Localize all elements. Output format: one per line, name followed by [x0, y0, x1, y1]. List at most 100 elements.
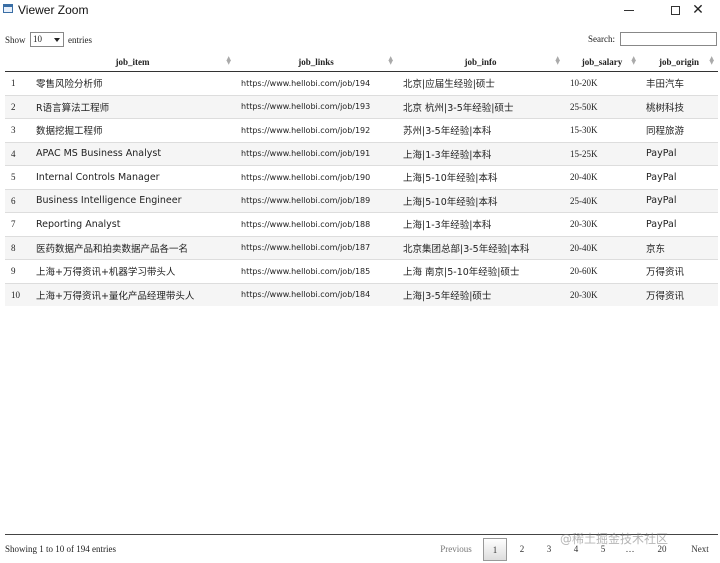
- cell-job-link[interactable]: https://www.hellobi.com/job/192: [235, 118, 397, 142]
- search-label: Search:: [588, 34, 615, 44]
- pagination-page-2[interactable]: 2: [510, 538, 534, 561]
- table-row[interactable]: 4 APAC MS Business Analyst https://www.hel…: [5, 141, 718, 166]
- cell-index: 7: [5, 212, 30, 236]
- cell-job-origin: 万得资讯: [640, 259, 718, 283]
- cell-job-origin: 京东: [640, 235, 718, 260]
- watermark: @稀土掘金技术社区: [560, 532, 669, 546]
- minimize-button[interactable]: [606, 0, 652, 20]
- cell-job-link[interactable]: https://www.hellobi.com/job/185: [235, 259, 397, 283]
- title-bar: Viewer Zoom ✕: [0, 0, 720, 20]
- table-header-row: job_item ▲ ▼ job_links ▲ ▼ job_info ▲ ▼ job_sa…: [5, 52, 718, 72]
- cell-job-info: 北京 杭州|3-5年经验|硕士: [397, 94, 564, 119]
- cell-job-item: 零售风险分析师: [30, 71, 235, 95]
- cell-job-info: 上海|5-10年经验|本科: [397, 188, 564, 213]
- column-header-job-info[interactable]: job_info ▲ ▼: [397, 52, 564, 72]
- cell-job-link[interactable]: https://www.hellobi.com/job/184: [235, 282, 397, 306]
- close-icon: ✕: [692, 2, 704, 18]
- table-row[interactable]: 5 Internal Controls Manager https://www.he…: [5, 165, 718, 189]
- cell-job-salary: 20-40K: [564, 165, 640, 189]
- table-row[interactable]: 10 上海+万得资讯+量化产品经理带头人 https://www.hellobi.c…: [5, 282, 718, 306]
- pagination-page-1[interactable]: 1: [483, 538, 507, 561]
- cell-job-info: 上海|1-3年经验|本科: [397, 141, 564, 166]
- table-info: Showing 1 to 10 of 194 entries: [5, 544, 116, 554]
- cell-job-salary: 25-40K: [564, 188, 640, 213]
- cell-job-link[interactable]: https://www.hellobi.com/job/194: [235, 71, 397, 95]
- cell-job-origin: 丰田汽车: [640, 71, 718, 95]
- show-label: Show: [5, 35, 26, 45]
- cell-job-link[interactable]: https://www.hellobi.com/job/187: [235, 235, 397, 260]
- minimize-icon: [624, 10, 634, 11]
- cell-job-info: 苏州|3-5年经验|本科: [397, 118, 564, 142]
- cell-job-link[interactable]: https://www.hellobi.com/job/191: [235, 141, 397, 166]
- cell-job-salary: 15-30K: [564, 118, 640, 142]
- cell-index: 10: [5, 282, 30, 306]
- cell-job-info: 上海|1-3年经验|本科: [397, 212, 564, 236]
- cell-job-info: 北京|应届生经验|硕士: [397, 71, 564, 95]
- cell-job-info: 北京集团总部|3-5年经验|本科: [397, 235, 564, 260]
- cell-job-item: R语言算法工程师: [30, 94, 235, 119]
- table-row[interactable]: 1 零售风险分析师 https://www.hellobi.com/job/194 北…: [5, 71, 718, 95]
- cell-job-link[interactable]: https://www.hellobi.com/job/189: [235, 188, 397, 213]
- table-row[interactable]: 2 R语言算法工程师 https://www.hellobi.com/job/193…: [5, 94, 718, 119]
- cell-job-item: Business Intelligence Engineer: [30, 188, 235, 213]
- entries-select-value: 10: [33, 34, 42, 44]
- window-title: Viewer Zoom: [18, 3, 89, 17]
- cell-job-origin: 同程旅游: [640, 118, 718, 142]
- cell-job-info: 上海|5-10年经验|本科: [397, 165, 564, 189]
- table-row[interactable]: 7 Reporting Analyst https://www.hellobi.co…: [5, 212, 718, 236]
- chevron-down-icon: [54, 38, 60, 42]
- cell-job-origin: PayPal: [640, 165, 718, 189]
- cell-job-salary: 20-60K: [564, 259, 640, 283]
- sort-icon: ▲ ▼: [709, 55, 714, 66]
- cell-job-origin: PayPal: [640, 188, 718, 213]
- sort-icon: ▲ ▼: [226, 55, 231, 66]
- cell-job-salary: 20-40K: [564, 235, 640, 260]
- cell-job-item: Internal Controls Manager: [30, 165, 235, 189]
- cell-job-salary: 20-30K: [564, 212, 640, 236]
- cell-job-item: APAC MS Business Analyst: [30, 141, 235, 166]
- cell-job-salary: 15-25K: [564, 141, 640, 166]
- pagination-next[interactable]: Next: [682, 538, 718, 561]
- cell-job-link[interactable]: https://www.hellobi.com/job/193: [235, 94, 397, 119]
- app-window-icon: [3, 4, 13, 13]
- cell-job-info: 上海|3-5年经验|硕士: [397, 282, 564, 306]
- pagination-previous[interactable]: Previous: [430, 538, 482, 561]
- search-input[interactable]: [620, 32, 717, 46]
- cell-job-origin: PayPal: [640, 141, 718, 166]
- column-header-job-links[interactable]: job_links ▲ ▼: [235, 52, 397, 72]
- cell-job-item: 数据挖掘工程师: [30, 118, 235, 142]
- cell-job-origin: 桃树科技: [640, 94, 718, 119]
- pagination-page-3[interactable]: 3: [537, 538, 561, 561]
- close-button[interactable]: ✕: [676, 0, 720, 20]
- cell-job-link[interactable]: https://www.hellobi.com/job/188: [235, 212, 397, 236]
- cell-job-salary: 25-50K: [564, 94, 640, 119]
- table-row[interactable]: 8 医药数据产品和拍卖数据产品各一名 https://www.hellobi.com…: [5, 235, 718, 260]
- cell-job-item: 上海+万得资讯+机器学习带头人: [30, 259, 235, 283]
- sort-icon: ▲ ▼: [631, 55, 636, 66]
- column-header-index: [5, 52, 30, 72]
- column-header-job-origin[interactable]: job_origin ▲ ▼: [640, 52, 718, 72]
- table-row[interactable]: 9 上海+万得资讯+机器学习带头人 https://www.hellobi.com/…: [5, 259, 718, 283]
- table-row[interactable]: 6 Business Intelligence Engineer https://w…: [5, 188, 718, 213]
- cell-index: 9: [5, 259, 30, 283]
- cell-index: 2: [5, 94, 30, 119]
- table-row[interactable]: 3 数据挖掘工程师 https://www.hellobi.com/job/192 苏…: [5, 118, 718, 142]
- entries-select[interactable]: 10: [30, 32, 64, 47]
- cell-index: 5: [5, 165, 30, 189]
- column-header-job-salary[interactable]: job_salary ▲ ▼: [564, 52, 640, 72]
- cell-index: 3: [5, 118, 30, 142]
- sort-icon: ▲ ▼: [555, 55, 560, 66]
- column-header-job-item[interactable]: job_item ▲ ▼: [30, 52, 235, 72]
- cell-index: 1: [5, 71, 30, 95]
- cell-index: 8: [5, 235, 30, 260]
- cell-job-salary: 20-30K: [564, 282, 640, 306]
- cell-job-salary: 10-20K: [564, 71, 640, 95]
- cell-job-origin: PayPal: [640, 212, 718, 236]
- table-controls: Show 10 entries Search:: [0, 31, 720, 49]
- entries-label: entries: [68, 35, 92, 45]
- cell-job-origin: 万得资讯: [640, 282, 718, 306]
- cell-index: 6: [5, 188, 30, 213]
- cell-job-link[interactable]: https://www.hellobi.com/job/190: [235, 165, 397, 189]
- cell-job-item: 上海+万得资讯+量化产品经理带头人: [30, 282, 235, 306]
- cell-job-item: Reporting Analyst: [30, 212, 235, 236]
